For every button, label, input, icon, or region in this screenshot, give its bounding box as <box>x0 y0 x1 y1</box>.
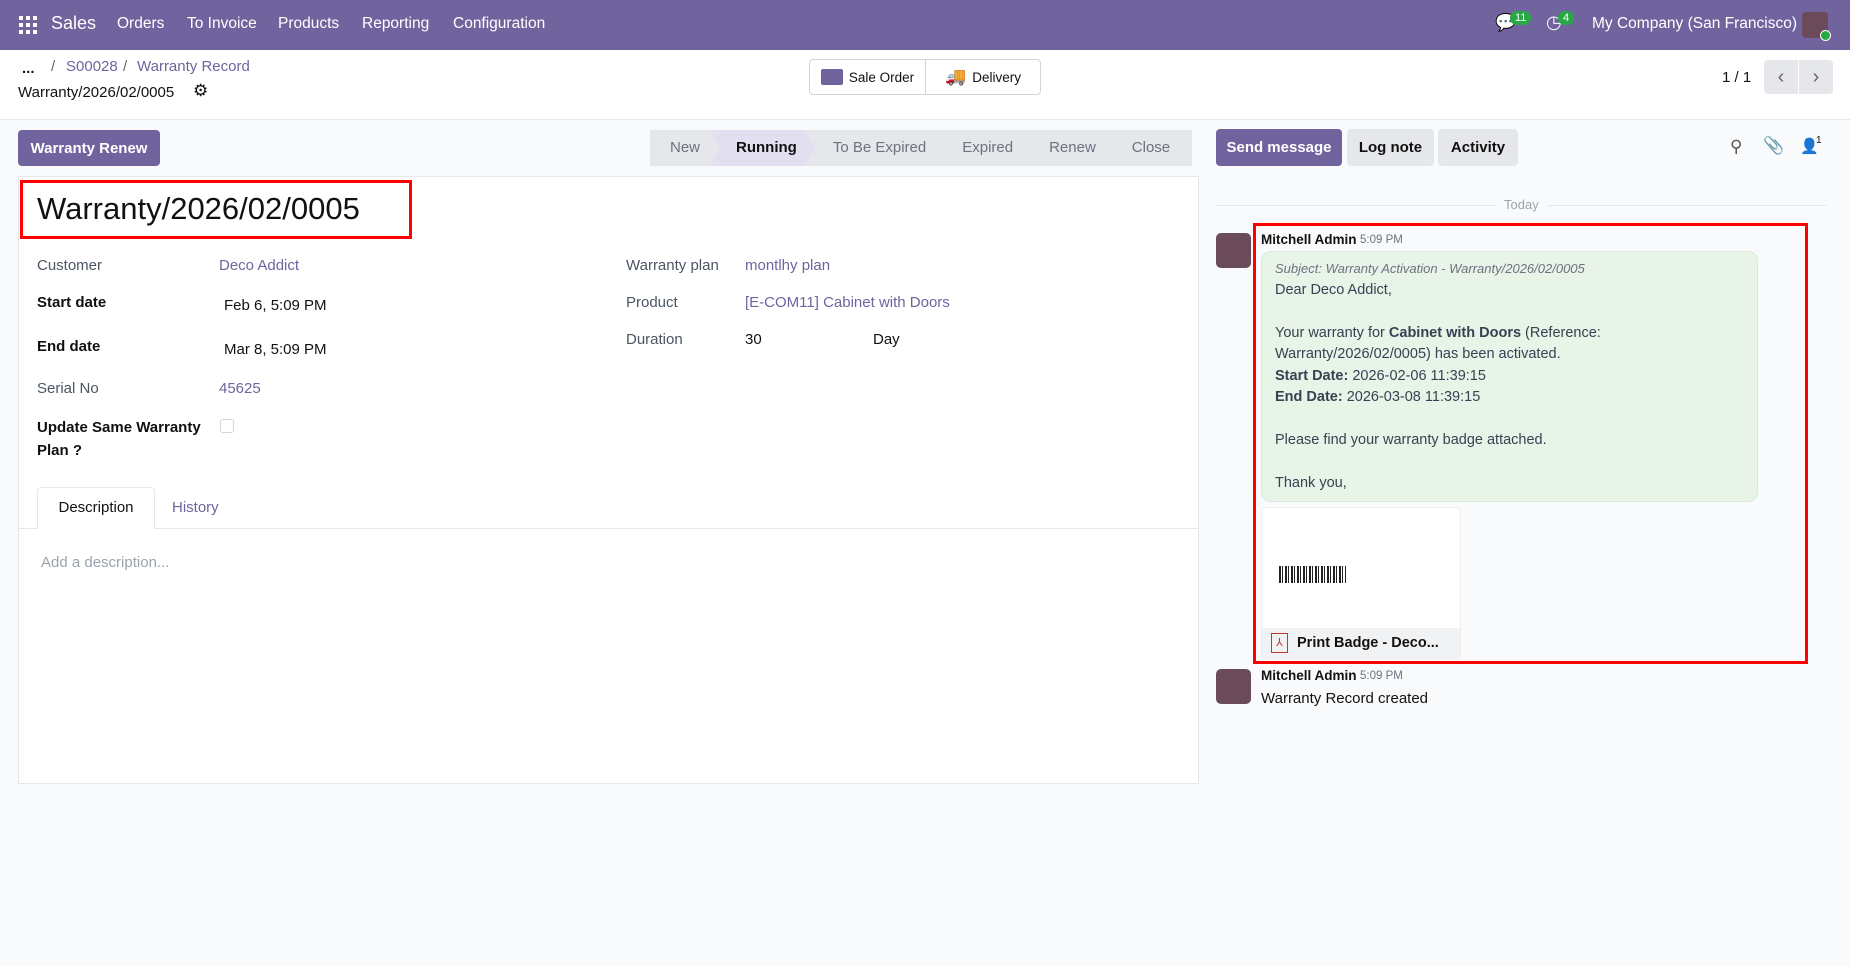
tab-description[interactable]: Description <box>37 487 155 529</box>
menu-configuration[interactable]: Configuration <box>453 15 545 33</box>
smart-buttons: Sale Order 🚚 Delivery <box>809 59 1041 95</box>
warranty-plan-field[interactable]: montlhy plan <box>745 257 830 274</box>
breadcrumb-ellipsis[interactable]: ... <box>22 60 35 77</box>
pdf-icon: ⅄ <box>1271 633 1288 653</box>
pager-next-button[interactable]: › <box>1799 60 1833 94</box>
duration-field[interactable]: 30 <box>745 331 762 348</box>
warranty-plan-label: Warranty plan <box>626 257 719 274</box>
end-date-field[interactable]: Mar 8, 5:09 PM <box>224 341 327 358</box>
breadcrumb-sale-order[interactable]: S00028 <box>66 58 118 75</box>
company-switcher[interactable]: My Company (San Francisco) <box>1592 15 1797 33</box>
warranty-renew-button[interactable]: Warranty Renew <box>18 130 160 166</box>
log-note-button[interactable]: Log note <box>1347 129 1434 166</box>
send-message-button[interactable]: Send message <box>1216 129 1342 166</box>
message-bubble: Subject: Warranty Activation - Warranty/… <box>1261 251 1758 502</box>
truck-icon: 🚚 <box>945 67 967 86</box>
gear-icon[interactable]: ⚙ <box>193 81 208 101</box>
product-field[interactable]: [E-COM11] Cabinet with Doors <box>745 294 950 311</box>
attachment-name[interactable]: Print Badge - Deco... <box>1297 635 1439 651</box>
record-title[interactable]: Warranty/2026/02/0005 <box>37 191 360 227</box>
pager-prev-button[interactable]: ‹ <box>1764 60 1798 94</box>
message-avatar <box>1216 669 1251 704</box>
message-avatar <box>1216 233 1251 268</box>
customer-label: Customer <box>37 257 103 274</box>
attachment-card[interactable]: ⅄ Print Badge - Deco... <box>1261 507 1461 659</box>
end-date-label: End date <box>37 338 101 355</box>
control-panel: ... / S00028 / Warranty Record Warranty/… <box>0 50 1850 120</box>
activity-button[interactable]: Activity <box>1438 129 1518 166</box>
money-icon <box>820 69 843 85</box>
top-navbar: Sales Orders To Invoice Products Reporti… <box>0 0 1850 50</box>
update-same-plan-label: Update Same Warranty Plan ? <box>37 419 201 459</box>
messages-badge: 11 <box>1510 11 1532 25</box>
stage-new[interactable]: New <box>650 130 718 166</box>
stage-to-be-expired[interactable]: To Be Expired <box>807 130 944 166</box>
record-name: Warranty/2026/02/0005 <box>18 84 175 101</box>
app-name[interactable]: Sales <box>51 13 96 34</box>
date-separator: Today <box>1496 197 1547 212</box>
serial-no-field[interactable]: 45625 <box>219 380 261 397</box>
message-time: 5:09 PM <box>1360 670 1403 682</box>
menu-products[interactable]: Products <box>278 15 339 33</box>
customer-field[interactable]: Deco Addict <box>219 257 299 274</box>
message-author[interactable]: Mitchell Admin <box>1261 668 1357 683</box>
statusbar: New Running To Be Expired Expired Renew … <box>650 130 1193 166</box>
menu-orders[interactable]: Orders <box>117 15 164 33</box>
stage-expired[interactable]: Expired <box>936 130 1031 166</box>
message-subject: Subject: Warranty Activation - Warranty/… <box>1275 261 1585 276</box>
serial-no-label: Serial No <box>37 380 99 397</box>
message-time: 5:09 PM <box>1360 234 1403 246</box>
product-label: Product <box>626 294 678 311</box>
stage-close[interactable]: Close <box>1105 130 1193 166</box>
stage-renew[interactable]: Renew <box>1023 130 1114 166</box>
apps-menu-icon[interactable] <box>19 16 37 34</box>
stage-running[interactable]: Running <box>710 130 815 166</box>
form-sheet: Warranty/2026/02/0005 Customer Deco Addi… <box>18 176 1199 784</box>
paperclip-icon[interactable]: 📎 <box>1763 136 1784 156</box>
start-date-label: Start date <box>37 294 107 311</box>
activities-badge: 4 <box>1558 11 1575 25</box>
tab-history[interactable]: History <box>172 499 219 516</box>
barcode-preview <box>1279 566 1346 583</box>
followers-count: 1 <box>1816 135 1822 146</box>
menu-to-invoice[interactable]: To Invoice <box>187 15 257 33</box>
update-same-plan-checkbox[interactable] <box>220 419 234 433</box>
user-avatar[interactable] <box>1802 12 1831 41</box>
description-input[interactable]: Add a description... <box>41 554 1171 734</box>
message-author[interactable]: Mitchell Admin <box>1261 232 1357 247</box>
pager-value[interactable]: 1 / 1 <box>1722 69 1751 86</box>
start-date-field[interactable]: Feb 6, 5:09 PM <box>224 297 327 314</box>
menu-reporting[interactable]: Reporting <box>362 15 429 33</box>
sale-order-button[interactable]: Sale Order <box>810 60 926 94</box>
search-icon[interactable]: ⚲ <box>1730 137 1742 157</box>
breadcrumb-warranty-record[interactable]: Warranty Record <box>137 58 250 75</box>
delivery-button[interactable]: 🚚 Delivery <box>926 60 1040 94</box>
duration-unit-field[interactable]: Day <box>873 331 900 348</box>
message-body: Warranty Record created <box>1261 690 1429 707</box>
duration-label: Duration <box>626 331 683 348</box>
